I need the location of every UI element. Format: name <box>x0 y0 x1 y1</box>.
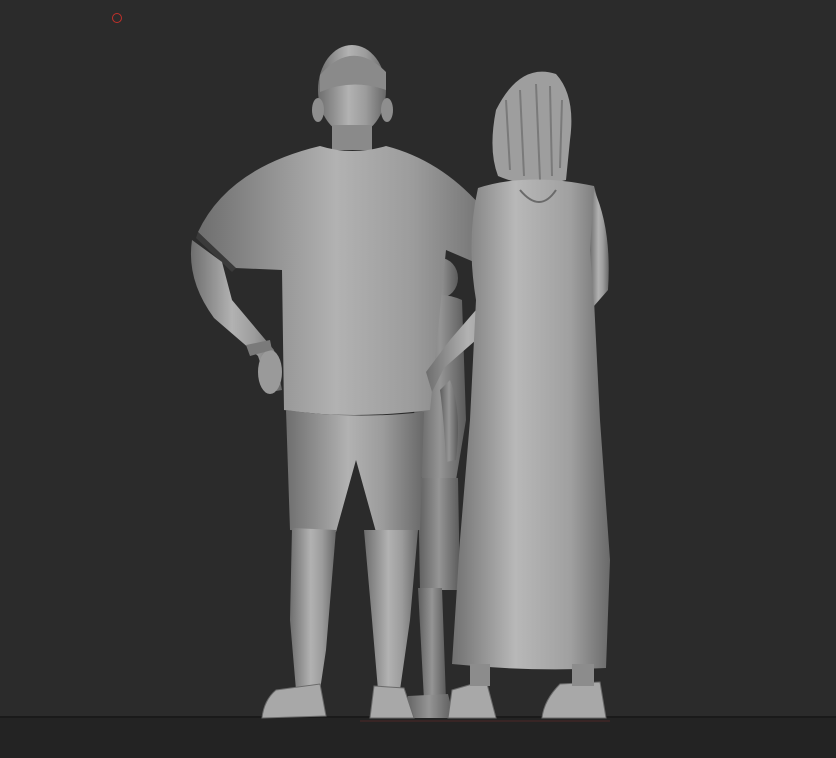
sculpt-scene <box>0 45 836 758</box>
woman-figure <box>447 71 610 719</box>
3d-viewport[interactable] <box>0 0 836 758</box>
